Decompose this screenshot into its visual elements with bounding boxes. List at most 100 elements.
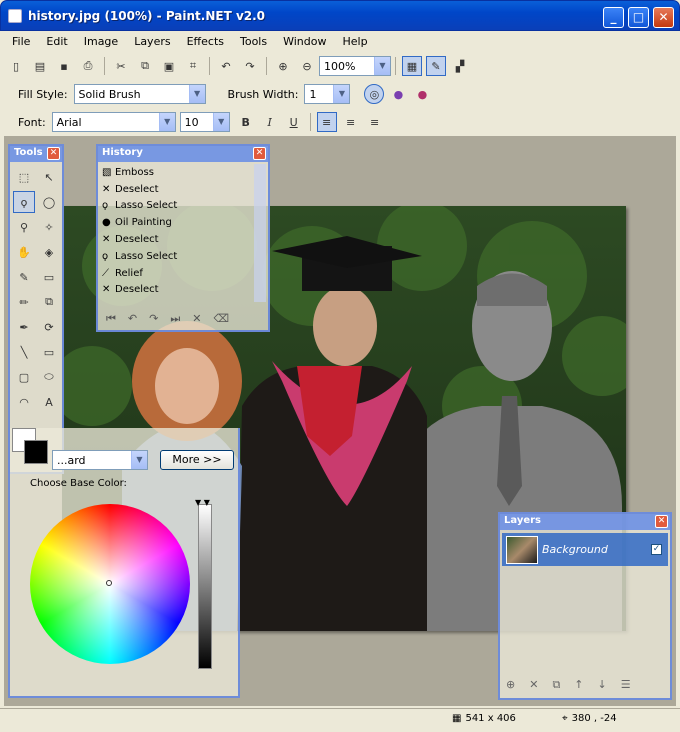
zoom-icon[interactable]: ⚲ <box>13 216 35 238</box>
history-item[interactable]: ● Oil Painting <box>100 214 266 231</box>
align-center-icon[interactable]: ≡ <box>341 112 361 132</box>
chevron-down-icon[interactable]: ▼ <box>374 57 390 75</box>
font-combo[interactable]: Arial ▼ <box>51 112 176 132</box>
bold-button[interactable]: B <box>236 112 256 132</box>
color-picker-icon[interactable]: ✒ <box>13 316 35 338</box>
history-item[interactable]: ϙ Lasso Select <box>100 248 266 265</box>
status-bar: ▦ 541 x 406 ⌖ 380 , -24 <box>0 708 680 732</box>
align-right-icon[interactable]: ≡ <box>365 112 385 132</box>
delete-layer-icon[interactable]: ✕ <box>529 678 538 692</box>
menu-image[interactable]: Image <box>76 32 126 52</box>
chevron-down-icon[interactable]: ▼ <box>158 113 175 131</box>
value-slider[interactable] <box>198 504 212 669</box>
magic-wand-icon[interactable]: ✧ <box>38 216 60 238</box>
history-scrollbar[interactable] <box>254 164 266 302</box>
zoom-combo[interactable]: 100% ▼ <box>319 56 391 76</box>
history-item[interactable]: ▧ Emboss <box>100 164 266 181</box>
ellipse-select-icon[interactable]: ◯ <box>38 191 60 213</box>
color-wheel[interactable] <box>30 504 190 664</box>
paintbrush-icon[interactable]: ✎ <box>13 266 35 288</box>
eraser-icon[interactable]: ▭ <box>38 266 60 288</box>
delete-history-icon[interactable]: ✕ <box>192 312 201 326</box>
layer-row-background[interactable]: Background ✓ <box>502 533 668 566</box>
chevron-down-icon[interactable]: ▼ <box>333 85 350 103</box>
clone-stamp-icon[interactable]: ⧉ <box>38 291 60 313</box>
menu-edit[interactable]: Edit <box>38 32 75 52</box>
color-mode-combo[interactable]: ...ard ▼ <box>52 450 148 470</box>
history-item[interactable]: ✕ Deselect <box>100 282 266 299</box>
undo-history-icon[interactable]: ↶ <box>128 312 137 326</box>
color-wheel-cursor[interactable] <box>106 580 112 586</box>
minimize-button[interactable]: _ <box>603 7 624 28</box>
brush-width-combo[interactable]: 1 ▼ <box>304 84 351 104</box>
layer-properties-icon[interactable]: ☰ <box>621 678 631 692</box>
rounded-rectangle-icon[interactable]: ▢ <box>13 366 35 388</box>
chevron-down-icon[interactable]: ▼ <box>212 113 229 131</box>
align-left-icon[interactable]: ≡ <box>316 112 337 132</box>
rectangle-select-icon[interactable]: ⬚ <box>13 166 35 188</box>
pencil-tool-icon[interactable]: ✏ <box>13 291 35 313</box>
move-icon[interactable]: ↖ <box>38 166 60 188</box>
line-icon[interactable]: ╲ <box>13 341 35 363</box>
fill-style-combo[interactable]: Solid Brush ▼ <box>73 84 206 104</box>
history-item[interactable]: ✕ Deselect <box>100 181 266 198</box>
undo-icon[interactable]: ↶ <box>216 56 236 76</box>
close-icon[interactable]: ✕ <box>47 147 60 160</box>
history-item[interactable]: ϙ Lasso Select <box>100 198 266 215</box>
redo-history-icon[interactable]: ↷ <box>149 312 158 326</box>
new-file-icon[interactable]: ▯ <box>6 56 26 76</box>
more-button[interactable]: More >> <box>160 450 234 470</box>
save-icon[interactable]: ▪ <box>54 56 74 76</box>
secondary-color-swatch[interactable] <box>24 440 48 464</box>
underline-button[interactable]: U <box>284 112 304 132</box>
zoom-in-icon[interactable]: ⊕ <box>273 56 293 76</box>
paste-icon[interactable]: ▣ <box>159 56 179 76</box>
copy-icon[interactable]: ⧉ <box>135 56 155 76</box>
grid-icon[interactable]: ▦ <box>402 56 422 76</box>
recolor-icon[interactable]: ⟳ <box>38 316 60 338</box>
duplicate-layer-icon[interactable]: ⧉ <box>552 678 560 692</box>
maximize-button[interactable]: □ <box>628 7 649 28</box>
open-folder-icon[interactable]: ▤ <box>30 56 50 76</box>
slider-handle-icon[interactable]: ▼ ▼ <box>195 498 210 507</box>
text-icon[interactable]: A <box>38 391 60 413</box>
antialias-icon[interactable]: ◎ <box>364 84 385 104</box>
move-layer-up-icon[interactable]: ↑ <box>574 678 583 692</box>
trash-icon[interactable]: ⌫ <box>213 312 229 326</box>
palette-icon[interactable]: ▞ <box>450 56 470 76</box>
chevron-down-icon[interactable]: ▼ <box>131 451 147 469</box>
italic-button[interactable]: I <box>260 112 280 132</box>
chevron-down-icon[interactable]: ▼ <box>188 85 205 103</box>
add-layer-icon[interactable]: ⊕ <box>506 678 515 692</box>
menu-tools[interactable]: Tools <box>232 32 275 52</box>
crop-icon[interactable]: ⌗ <box>183 56 203 76</box>
blend-mode-icon[interactable]: ● <box>388 84 408 104</box>
menu-layers[interactable]: Layers <box>126 32 178 52</box>
print-icon[interactable]: ⎙ <box>78 56 98 76</box>
rectangle-icon[interactable]: ▭ <box>38 341 60 363</box>
history-item[interactable]: ✕ Deselect <box>100 231 266 248</box>
paint-bucket-icon[interactable]: ◈ <box>38 241 60 263</box>
layer-visibility-checkbox[interactable]: ✓ <box>651 544 662 555</box>
history-item[interactable]: ⟋ Relief <box>100 265 266 282</box>
ellipse-icon[interactable]: ⬭ <box>38 366 60 388</box>
close-icon[interactable]: ✕ <box>655 515 668 528</box>
freeform-shape-icon[interactable]: ◠ <box>13 391 35 413</box>
pan-icon[interactable]: ✋ <box>13 241 35 263</box>
menu-window[interactable]: Window <box>275 32 334 52</box>
font-size-combo[interactable]: 10 ▼ <box>179 112 230 132</box>
close-icon[interactable]: ✕ <box>253 147 266 160</box>
menu-effects[interactable]: Effects <box>179 32 232 52</box>
rewind-icon[interactable]: ⏮ <box>106 312 116 326</box>
fast-forward-icon[interactable]: ⏭ <box>170 312 180 326</box>
redo-icon[interactable]: ↷ <box>240 56 260 76</box>
menu-help[interactable]: Help <box>334 32 375 52</box>
lasso-icon[interactable]: ϙ <box>13 191 35 213</box>
close-button[interactable]: ✕ <box>653 7 674 28</box>
zoom-out-icon[interactable]: ⊖ <box>297 56 317 76</box>
overwrite-mode-icon[interactable]: ● <box>412 84 432 104</box>
menu-file[interactable]: File <box>4 32 38 52</box>
pencil-icon[interactable]: ✎ <box>426 56 446 76</box>
move-layer-down-icon[interactable]: ↓ <box>598 678 607 692</box>
cut-icon[interactable]: ✂ <box>111 56 131 76</box>
